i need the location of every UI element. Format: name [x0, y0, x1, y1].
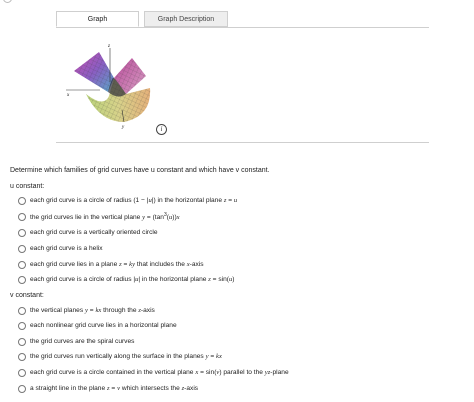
scroll-indicator-icon: [3, 0, 12, 3]
u-option[interactable]: the grid curves lie in the vertical plan…: [18, 211, 180, 222]
info-icon[interactable]: i: [156, 124, 167, 135]
figure-tabs: Graph Graph Description: [56, 11, 426, 28]
option-label: each grid curve is a circle of radius (1…: [30, 197, 238, 204]
option-label: each grid curve lies in a plane z = ky t…: [30, 261, 204, 268]
tab-graph-description[interactable]: Graph Description: [144, 11, 228, 27]
radio-button[interactable]: [18, 321, 26, 330]
option-label: the grid curves lie in the vertical plan…: [30, 211, 180, 222]
option-label: the grid curves run vertically along the…: [30, 353, 222, 360]
u-option[interactable]: each grid curve is a circle of radius |u…: [18, 274, 234, 285]
v-option[interactable]: each nonlinear grid curve lies in a hori…: [18, 320, 177, 331]
option-label: the vertical planes y = kx through the z…: [30, 307, 155, 314]
v-option[interactable]: the vertical planes y = kx through the z…: [18, 305, 155, 316]
surface-mesh: [74, 52, 151, 122]
section-divider: [56, 142, 429, 143]
u-option[interactable]: each grid curve lies in a plane z = ky t…: [18, 259, 204, 270]
radio-button[interactable]: [18, 368, 26, 377]
radio-button[interactable]: [18, 228, 26, 237]
radio-button[interactable]: [18, 212, 26, 221]
option-label: each nonlinear grid curve lies in a hori…: [30, 322, 177, 329]
radio-button[interactable]: [18, 260, 26, 269]
v-option[interactable]: the grid curves run vertically along the…: [18, 351, 222, 362]
radio-button[interactable]: [18, 196, 26, 205]
radio-button[interactable]: [18, 384, 26, 393]
u-option[interactable]: each grid curve is a vertically oriented…: [18, 227, 158, 238]
radio-button[interactable]: [18, 352, 26, 361]
u-option[interactable]: each grid curve is a circle of radius (1…: [18, 195, 237, 206]
option-label: each grid curve is a helix: [30, 245, 103, 252]
option-label: each grid curve is a circle of radius |u…: [30, 276, 235, 283]
v-section-label: v constant:: [10, 292, 44, 299]
radio-button[interactable]: [18, 306, 26, 315]
radio-button[interactable]: [18, 275, 26, 284]
question-text: Determine which families of grid curves …: [10, 167, 270, 174]
x-axis-label: x: [66, 93, 70, 98]
tab-divider: [56, 27, 429, 28]
v-option[interactable]: each grid curve is a circle contained in…: [18, 367, 289, 378]
v-option[interactable]: the grid curves are the spiral curves: [18, 336, 134, 347]
radio-button[interactable]: [18, 337, 26, 346]
option-label: each grid curve is a circle contained in…: [30, 369, 289, 376]
surface-plot: z x y: [66, 44, 151, 130]
radio-button[interactable]: [18, 244, 26, 253]
option-label: the grid curves are the spiral curves: [30, 338, 135, 345]
u-option[interactable]: each grid curve is a helix: [18, 243, 103, 254]
u-section-label: u constant:: [10, 183, 45, 190]
y-axis-label: y: [121, 125, 125, 130]
z-axis-label: z: [107, 44, 110, 49]
tab-graph[interactable]: Graph: [56, 11, 139, 27]
option-label: each grid curve is a vertically oriented…: [30, 229, 158, 236]
v-option[interactable]: a straight line in the plane z = v which…: [18, 383, 198, 394]
option-label: a straight line in the plane z = v which…: [30, 385, 199, 392]
